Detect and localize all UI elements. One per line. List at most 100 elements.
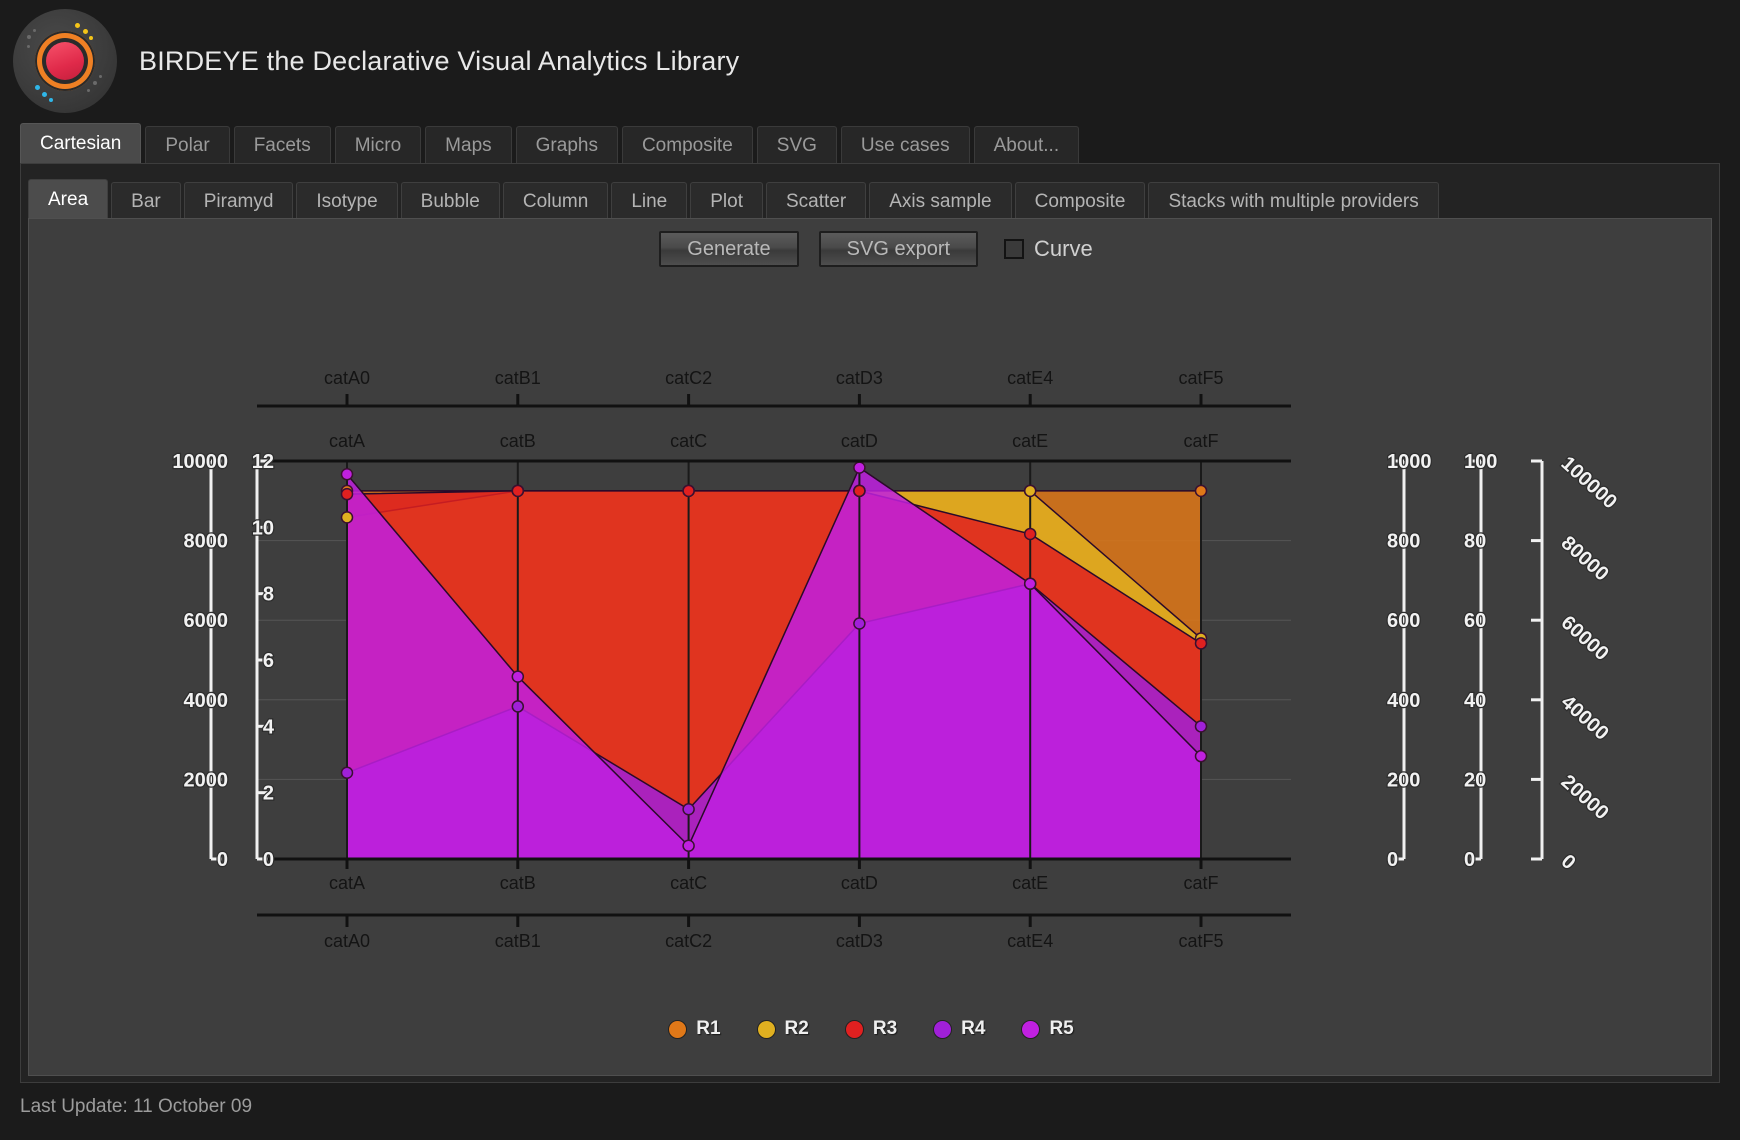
axis-y-left-10000: 0 2000 4000 6000 8000 10000	[171, 450, 229, 873]
axis-tick-label: 800	[1387, 531, 1420, 553]
axis-tick-label: 20	[1464, 769, 1486, 791]
svg-export-button[interactable]: SVG export	[818, 231, 979, 267]
data-point-R3-catE[interactable]	[1023, 527, 1037, 541]
generate-button[interactable]: Generate	[659, 231, 799, 267]
data-point-R4-catF[interactable]	[1194, 720, 1208, 733]
bottom-axis-tick-label: catE4	[1007, 931, 1053, 951]
subtab-axis-sample[interactable]: Axis sample	[869, 182, 1012, 220]
subtab-stacks-with-multiple-providers[interactable]: Stacks with multiple providers	[1148, 182, 1439, 220]
data-point-R4-catA[interactable]	[340, 766, 354, 780]
axis-tick-label: 20000	[1557, 771, 1613, 825]
top-axis-tick-label: catB1	[495, 368, 541, 388]
tab-graphs[interactable]: Graphs	[515, 126, 618, 164]
subtab-area[interactable]: Area	[28, 179, 109, 220]
plot-top-category-label: catA	[329, 431, 365, 451]
subtab-column[interactable]: Column	[502, 182, 609, 220]
plot-bottom-category-label: catE	[1012, 873, 1048, 893]
chart-card: Generate SVG export Curve catA0 catB1 catC…	[28, 218, 1712, 1076]
axis-tick-label: 12	[252, 451, 274, 473]
tab-maps[interactable]: Maps	[425, 126, 512, 164]
data-point-R5-catE[interactable]	[1023, 577, 1037, 590]
tab-polar[interactable]: Polar	[145, 126, 230, 164]
plot-bottom-category-label: catA	[329, 873, 365, 893]
plot-top-category-label: catD	[841, 431, 878, 451]
data-point-R4-catC[interactable]	[682, 803, 695, 816]
tab-label: Maps	[445, 134, 492, 156]
tab-svg[interactable]: SVG	[756, 126, 837, 164]
tab-facets[interactable]: Facets	[233, 126, 331, 164]
legend-item-R1[interactable]: R1	[668, 1018, 721, 1040]
tab-use-cases[interactable]: Use cases	[840, 126, 970, 164]
axis-tick-label: 10000	[172, 451, 228, 473]
data-point-R5-catA[interactable]	[340, 468, 354, 481]
chart-svg: catA0 catB1 catC2 catD3 catE4 catF5catA catB ca…	[171, 368, 1622, 951]
plot-top-category-label: catB	[500, 431, 536, 451]
axis-tick-label: 10	[252, 517, 274, 539]
tab-label: Line	[631, 190, 668, 212]
tab-label: Composite	[641, 134, 733, 156]
axis-tick-label: 2	[263, 783, 274, 805]
top-axis-tick-label: catC2	[665, 368, 712, 388]
data-point-R5-catB[interactable]	[511, 670, 525, 683]
area-chart-plot: catA0 catB1 catC2 catD3 catE4 catF5 catA catB ca…	[29, 271, 1713, 1011]
data-point-R5-catD[interactable]	[853, 461, 866, 474]
data-point-R3-catB[interactable]	[511, 484, 525, 498]
subtab-composite[interactable]: Composite	[1014, 182, 1146, 220]
tab-composite[interactable]: Composite	[621, 126, 753, 164]
data-point-R1-catF[interactable]	[1194, 484, 1208, 498]
axis-tick-label: 60	[1464, 610, 1486, 632]
bottom-axis-tick-label: catC2	[665, 931, 712, 951]
legend-label: R1	[696, 1018, 721, 1039]
axis-tick-label: 8000	[184, 531, 229, 553]
subtab-bubble[interactable]: Bubble	[400, 182, 500, 220]
axis-tick-label: 60000	[1557, 612, 1613, 666]
tab-label: About...	[993, 134, 1060, 156]
bottom-axis-tick-label: catB1	[495, 931, 541, 951]
data-point-R3-catD[interactable]	[853, 484, 866, 498]
birdeye-logo-icon	[13, 9, 117, 113]
legend-label: R2	[784, 1018, 809, 1039]
data-point-R4-catB[interactable]	[511, 700, 525, 713]
axis-tick-label: 200	[1387, 769, 1420, 791]
tab-label: Scatter	[786, 190, 847, 212]
axis-tick-label: 40	[1464, 690, 1486, 712]
data-point-R4-catD[interactable]	[853, 617, 866, 630]
data-point-R2-catA[interactable]	[340, 511, 354, 524]
tab-about[interactable]: About...	[973, 126, 1080, 164]
axis-tick-label: 100000	[1557, 452, 1621, 513]
tab-label: Isotype	[316, 190, 378, 212]
tab-label: Use cases	[860, 134, 950, 156]
plot-top-category-label: catF	[1183, 431, 1218, 451]
top-axis-tick-label: catA0	[324, 368, 370, 388]
curve-toggle[interactable]: Curve	[1004, 236, 1093, 262]
curve-checkbox[interactable]	[1004, 239, 1025, 259]
legend-item-R2[interactable]: R2	[756, 1018, 809, 1040]
data-point-R3-catA[interactable]	[340, 487, 354, 501]
subtab-line[interactable]: Line	[611, 182, 688, 220]
tab-cartesian[interactable]: Cartesian	[20, 123, 142, 164]
axis-tick-label: 0	[1387, 849, 1398, 871]
tab-label: Cartesian	[40, 133, 122, 154]
subtab-plot[interactable]: Plot	[690, 182, 763, 220]
subtab-scatter[interactable]: Scatter	[766, 182, 867, 220]
tab-micro[interactable]: Micro	[334, 126, 422, 164]
data-point-R5-catC[interactable]	[682, 839, 695, 852]
tab-label: SVG	[776, 134, 817, 156]
legend-swatch-icon	[933, 1019, 953, 1039]
subtab-piramyd[interactable]: Piramyd	[183, 182, 294, 220]
legend-item-R5[interactable]: R5	[1021, 1018, 1074, 1040]
data-point-R3-catF[interactable]	[1194, 637, 1208, 650]
data-point-R5-catF[interactable]	[1194, 749, 1208, 763]
legend-item-R4[interactable]: R4	[933, 1018, 985, 1040]
axis-tick-label: 0	[217, 849, 228, 871]
data-point-R2-catE[interactable]	[1023, 484, 1037, 498]
subtab-bar[interactable]: Bar	[111, 182, 181, 220]
legend-item-R3[interactable]: R3	[844, 1018, 897, 1040]
axis-tick-label: 2000	[184, 769, 229, 791]
axis-tick-label: 8	[263, 584, 274, 606]
content-panel: Area Bar Piramyd Isotype Bubble Column Line Plo…	[20, 163, 1720, 1083]
subtab-isotype[interactable]: Isotype	[296, 182, 398, 220]
tab-label: Stacks with multiple providers	[1168, 190, 1419, 212]
data-point-R3-catC[interactable]	[682, 484, 695, 498]
secondary-tab-bar: Area Bar Piramyd Isotype Bubble Column Line Plo…	[28, 178, 1442, 220]
